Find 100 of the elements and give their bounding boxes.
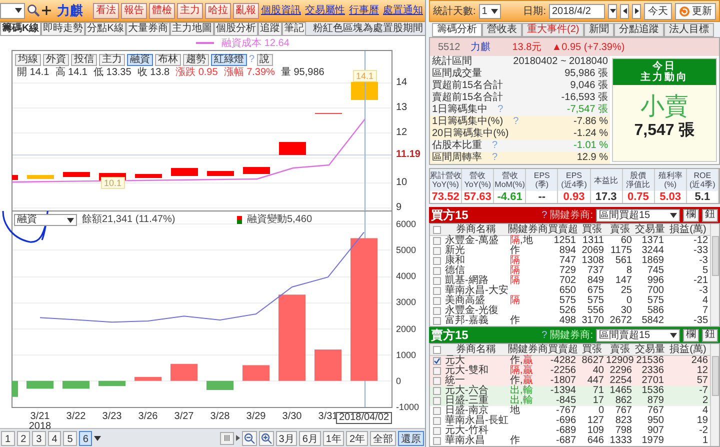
checkbox[interactable] [433,277,441,285]
broker-name[interactable]: 美商高盛 [444,296,508,306]
broker-name[interactable]: 元大-六合 [444,386,508,396]
days-dropdown[interactable]: 1 [478,4,501,18]
scrollbar[interactable] [710,224,719,326]
plus-icon[interactable] [42,6,51,15]
toolbar-button[interactable]: 看法 [93,2,119,18]
analysis-tab[interactable]: 分點追蹤 [614,23,664,37]
checkbox[interactable] [433,317,441,325]
table-button[interactable]: 鈕 [702,208,718,222]
broker-name[interactable]: 日盛-三重 [444,396,508,406]
scroll-handle-icon[interactable] [220,432,234,444]
checkbox[interactable] [433,237,441,245]
toolbar-button[interactable]: 亂報 [233,2,259,18]
broker-name[interactable]: 統一 [444,376,508,386]
broker-name[interactable]: 永豐金-萬盛 [444,236,508,246]
chart-tab[interactable]: 大量券商 [126,22,170,36]
scrollbar[interactable] [710,344,719,446]
checkbox[interactable] [433,287,441,295]
toolbar-button[interactable]: 體檢 [149,2,175,18]
checkbox[interactable] [433,346,441,354]
checkbox[interactable] [433,377,441,385]
say-button[interactable]: 說 [256,54,273,66]
range-button[interactable]: 6月 [299,430,321,446]
page-button[interactable]: 1 [1,430,15,446]
dropdown-caret-icon[interactable] [608,4,617,18]
checkbox[interactable] [433,427,441,435]
filter-dropdown[interactable]: 區間賣超15 [596,328,680,342]
indicator-button[interactable]: 趨勢 [183,54,209,66]
checkbox[interactable] [433,397,441,405]
indicator-button[interactable]: 外資 [43,54,69,66]
analysis-tab[interactable]: 重大事件(2) [522,23,584,37]
chart-tab[interactable]: 籌碼K線 [0,22,42,36]
refresh-button[interactable]: 更新 [675,2,716,20]
indicator-button[interactable]: 主力 [99,54,125,66]
indicator-button[interactable]: 均線 [15,54,41,66]
indicator-button[interactable]: 紅綠燈 [211,54,247,66]
analysis-tab[interactable]: 營收表 [482,23,522,37]
toolbar-button[interactable]: 哈拉 [205,2,231,18]
checkbox[interactable] [433,257,441,265]
chart-tab[interactable]: 個股分析 [214,22,258,36]
range-button[interactable]: 還原 [398,430,424,446]
indicator-dropdown[interactable]: 融資 [14,214,77,226]
chart-tab[interactable]: 追蹤 [258,22,282,36]
checkbox[interactable] [433,387,441,395]
caret-icon[interactable] [94,436,102,440]
checkbox[interactable] [433,267,441,275]
broker-name[interactable]: 富邦-嘉義 [444,316,508,326]
search-icon[interactable] [27,4,40,17]
page-button[interactable]: 4 [48,430,62,446]
broker-name[interactable]: 元大-雙和 [444,366,508,376]
broker-name[interactable]: 凱基-網路 [444,276,508,286]
caret-icon[interactable] [670,212,677,218]
checkbox[interactable] [433,247,441,255]
checkbox[interactable] [433,307,441,315]
range-button[interactable]: 1年 [322,430,344,446]
checkbox[interactable] [433,357,441,365]
broker-name[interactable]: 元大-竹科 [444,426,508,436]
chart-tab[interactable]: 分點K線 [85,22,126,36]
checkbox[interactable] [433,437,441,445]
indicator-button[interactable]: 布林 [155,54,181,66]
checkbox[interactable] [433,297,441,305]
broker-name[interactable]: 華南永昌-長虹 [444,416,508,426]
broker-name[interactable]: 康和 [444,256,508,266]
date-field[interactable]: 2018/4/2 [549,4,605,18]
broker-name[interactable]: 新光 [444,246,508,256]
range-button[interactable]: 3月 [276,430,298,446]
table-button[interactable]: 欄 [683,328,699,342]
zoom-in-icon[interactable] [258,430,274,446]
indicator-button[interactable]: 投信 [71,54,97,66]
table-button[interactable]: 鈕 [702,328,718,342]
page-button[interactable]: 3 [32,430,46,446]
toolbar-link[interactable]: 處置通知 [383,3,423,18]
symbol-field[interactable] [0,2,25,18]
toolbar-link[interactable]: 行事曆 [349,3,379,18]
today-button[interactable]: 今天 [644,2,672,20]
chart-tab[interactable]: 主力地圖 [170,22,214,36]
caret-icon[interactable] [670,332,677,338]
toolbar-button[interactable]: 主力 [177,2,203,18]
checkbox[interactable] [433,407,441,415]
broker-name[interactable]: 德信 [444,266,508,276]
broker-name[interactable]: 日盛-南京 [444,406,508,416]
toolbar-link[interactable]: 個股資訊 [261,3,301,18]
chart-tab[interactable]: 筆記 [282,22,306,36]
page-button[interactable]: 5 [63,430,77,446]
zoom-out-icon[interactable] [242,430,257,446]
page-button[interactable]: 6 [78,430,92,446]
broker-name[interactable]: 元大 [444,356,508,366]
checkbox[interactable] [433,417,441,425]
analysis-tab[interactable]: 籌碼分析 [432,23,482,37]
toolbar-link[interactable]: 交易屬性 [305,3,345,18]
table-button[interactable]: 欄 [683,208,699,222]
caret-icon[interactable] [490,8,498,14]
analysis-tab[interactable]: 法人目標 [664,23,714,37]
broker-name[interactable]: 永豐金-光復 [444,306,508,316]
caret-icon[interactable] [67,218,74,222]
caret-icon[interactable] [15,8,22,13]
toolbar-button[interactable]: 報告 [121,2,147,18]
range-button[interactable]: 2年 [346,430,368,446]
chart-tab[interactable]: 即時走勢 [41,22,86,36]
